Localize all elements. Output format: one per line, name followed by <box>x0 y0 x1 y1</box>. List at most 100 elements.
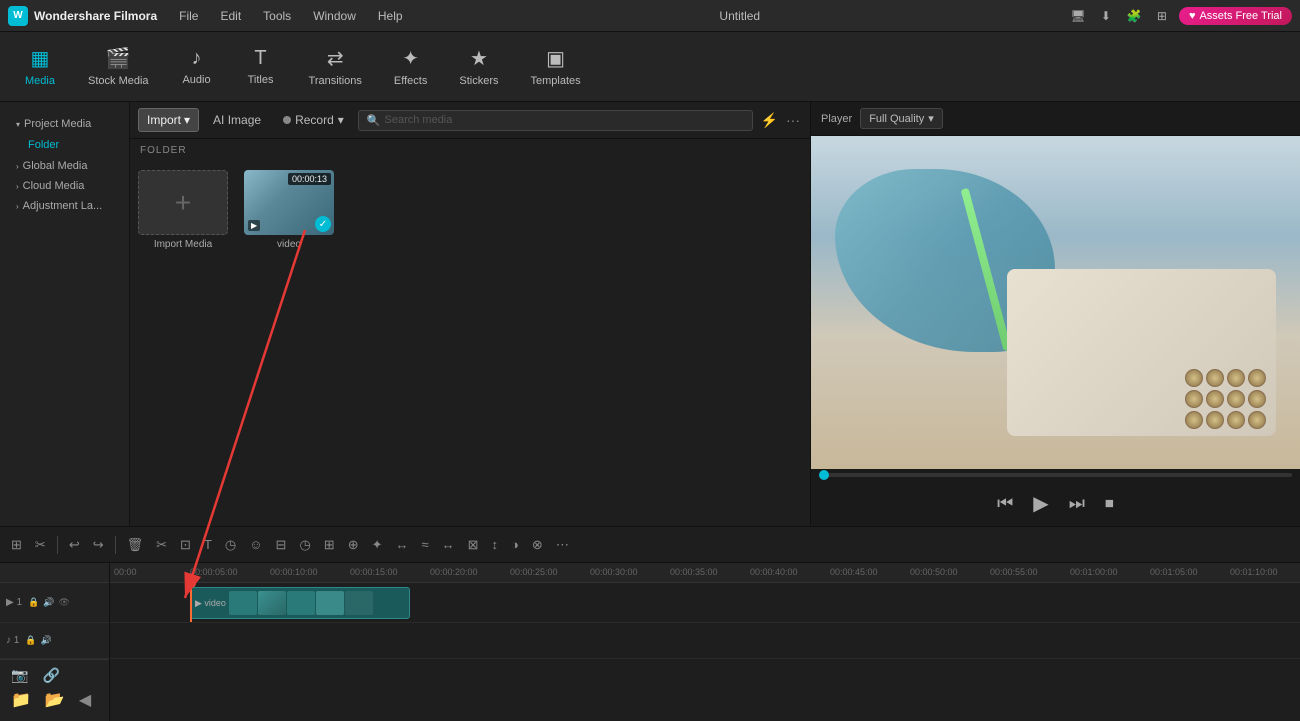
more-icon[interactable]: ··· <box>784 110 802 131</box>
progress-dot[interactable] <box>819 470 829 480</box>
video-clip[interactable]: ▶ video <box>190 587 410 619</box>
clip-frames <box>229 591 373 615</box>
add-video-track[interactable]: 📷 <box>6 664 33 687</box>
ruler-mark-6: 00:00:30:00 <box>590 567 638 577</box>
import-button[interactable]: Import ▾ <box>138 108 199 132</box>
tl-text-button[interactable]: T <box>199 534 217 555</box>
assets-free-trial-button[interactable]: ♥ Assets Free Trial <box>1179 7 1292 25</box>
quality-label: Full Quality <box>869 113 924 125</box>
video-track-number: ▶ 1 <box>6 597 22 608</box>
window-title: Untitled <box>425 9 1055 23</box>
search-box[interactable]: 🔍 Search media <box>358 110 753 131</box>
tl-split-button[interactable]: ⊠ <box>463 534 484 556</box>
ai-image-button[interactable]: AI Image <box>205 109 269 131</box>
tl-grid-button[interactable]: ⊞ <box>6 534 27 556</box>
tl-expand2-button[interactable]: ↕ <box>487 534 504 555</box>
sidebar-folder-icon[interactable]: 📂 <box>40 687 70 713</box>
tl-timer2-button[interactable]: ◷ <box>294 534 315 556</box>
menu-file[interactable]: File <box>169 5 208 27</box>
plugin-icon[interactable]: 🧩 <box>1123 5 1145 27</box>
tl-circle-button[interactable]: ◑ <box>506 534 524 555</box>
play-button[interactable]: ▶ <box>1029 487 1052 520</box>
import-media-item[interactable]: + Import Media <box>138 170 228 250</box>
tl-delete-button[interactable]: 🗑 <box>122 534 149 556</box>
tl-expand-button[interactable]: ⊞ <box>319 534 340 556</box>
quality-dropdown[interactable]: Full Quality ▾ <box>860 108 943 129</box>
tool-transitions[interactable]: ⇄ Transitions <box>295 40 376 93</box>
filter-icon[interactable]: ⚡ <box>759 110 780 131</box>
tool-stickers[interactable]: ★ Stickers <box>445 40 512 93</box>
video-thumb[interactable]: 00:00:13 ✓ ▶ <box>244 170 334 235</box>
tl-resize2-button[interactable]: ↔ <box>437 534 460 555</box>
assets-label: Assets Free Trial <box>1199 10 1282 22</box>
topbar-right: 🖥 ⬇ 🧩 ⊞ ♥ Assets Free Trial <box>1067 5 1292 27</box>
monitor-icon[interactable]: 🖥 <box>1067 5 1089 27</box>
global-media-header[interactable]: › Global Media <box>10 156 119 176</box>
audio-speaker-icon: 🔊 <box>41 635 52 646</box>
titles-icon: T <box>254 47 266 70</box>
ruler-mark-2: 00:00:10:00 <box>270 567 318 577</box>
download-icon[interactable]: ⬇ <box>1095 5 1117 27</box>
well-12 <box>1248 411 1266 429</box>
tool-effects[interactable]: ✦ Effects <box>380 40 441 93</box>
tl-wave-button[interactable]: ≈ <box>417 534 434 555</box>
prev-frame-button[interactable]: ⏮ <box>993 489 1017 518</box>
video-media-label: video <box>277 239 301 250</box>
tl-snap-button[interactable]: ✂ <box>30 534 51 556</box>
import-placeholder-thumb[interactable]: + <box>138 170 228 235</box>
tool-titles[interactable]: T Titles <box>231 41 291 92</box>
tl-dots-button[interactable]: ⋯ <box>551 534 574 556</box>
tl-undo-button[interactable]: ↩ <box>64 534 85 556</box>
tl-plus-button[interactable]: ⊕ <box>343 534 364 556</box>
tl-timer-button[interactable]: ◷ <box>220 534 241 556</box>
preview-header: Player Full Quality ▾ <box>811 102 1300 136</box>
tl-power-button[interactable]: ⊗ <box>527 534 548 556</box>
tool-audio[interactable]: ♪ Audio <box>167 41 227 92</box>
tl-face-button[interactable]: ☺ <box>244 534 267 555</box>
sidebar-folder[interactable]: Folder <box>10 134 119 156</box>
ruler-mark-5: 00:00:25:00 <box>510 567 558 577</box>
menu-window[interactable]: Window <box>303 5 366 27</box>
tool-stock-media[interactable]: 🎬 Stock Media <box>74 40 163 93</box>
playhead-head <box>186 578 196 588</box>
tl-effect-button[interactable]: ✦ <box>367 534 388 556</box>
stop-button[interactable]: ⏹ <box>1101 489 1118 518</box>
preview-progress[interactable] <box>811 469 1300 481</box>
search-icon: 🔍 <box>367 114 381 127</box>
next-frame-button[interactable]: ⏭ <box>1065 489 1089 518</box>
cloud-media-header[interactable]: › Cloud Media <box>10 176 119 196</box>
tool-templates[interactable]: ▣ Templates <box>516 40 594 93</box>
preview-controls: ⏮ ▶ ⏭ ⏹ <box>811 481 1300 526</box>
eye-icon: 👁 <box>58 597 69 608</box>
sidebar-collapse[interactable]: ◀ <box>74 687 96 713</box>
grid-icon[interactable]: ⊞ <box>1151 5 1173 27</box>
import-label: Import <box>147 113 181 127</box>
video-track-row: ▶ video <box>110 583 1300 623</box>
ruler-mark-1: 00:00:05:00 <box>190 567 238 577</box>
sidebar-add-folder[interactable]: 📁 <box>6 687 36 713</box>
record-button[interactable]: Record ▾ <box>275 109 352 131</box>
well-11 <box>1227 411 1245 429</box>
tool-media[interactable]: ▦ Media <box>10 40 70 93</box>
add-audio-track[interactable]: 🔗 <box>37 664 64 687</box>
import-media-label: Import Media <box>154 239 212 250</box>
tl-separator-2 <box>115 536 116 554</box>
progress-bar[interactable] <box>819 473 1292 477</box>
ruler-mark-13: 00:01:05:00 <box>1150 567 1198 577</box>
video-media-item[interactable]: 00:00:13 ✓ ▶ video <box>244 170 334 250</box>
adjustment-header[interactable]: › Adjustment La... <box>10 196 119 216</box>
menu-tools[interactable]: Tools <box>253 5 301 27</box>
playhead[interactable] <box>190 583 192 622</box>
tl-cut-button[interactable]: ✂ <box>151 534 172 556</box>
topbar: W Wondershare Filmora File Edit Tools Wi… <box>0 0 1300 32</box>
menu-edit[interactable]: Edit <box>210 5 251 27</box>
tl-redo-button[interactable]: ↪ <box>88 534 109 556</box>
tl-frame-button[interactable]: ⊟ <box>271 534 292 556</box>
tl-resize-button[interactable]: ↔ <box>391 534 414 555</box>
effects-icon: ✦ <box>402 46 419 71</box>
tl-crop-button[interactable]: ⊡ <box>175 534 196 556</box>
project-media-header[interactable]: ▾ Project Media <box>10 114 119 134</box>
timeline-body: ▶ 1 🔒 🔊 👁 ♪ 1 🔒 🔊 📷 🔗 00:00 00:00:05:00 <box>0 563 1300 721</box>
menu-help[interactable]: Help <box>368 5 413 27</box>
clip-frame-2 <box>258 591 286 615</box>
